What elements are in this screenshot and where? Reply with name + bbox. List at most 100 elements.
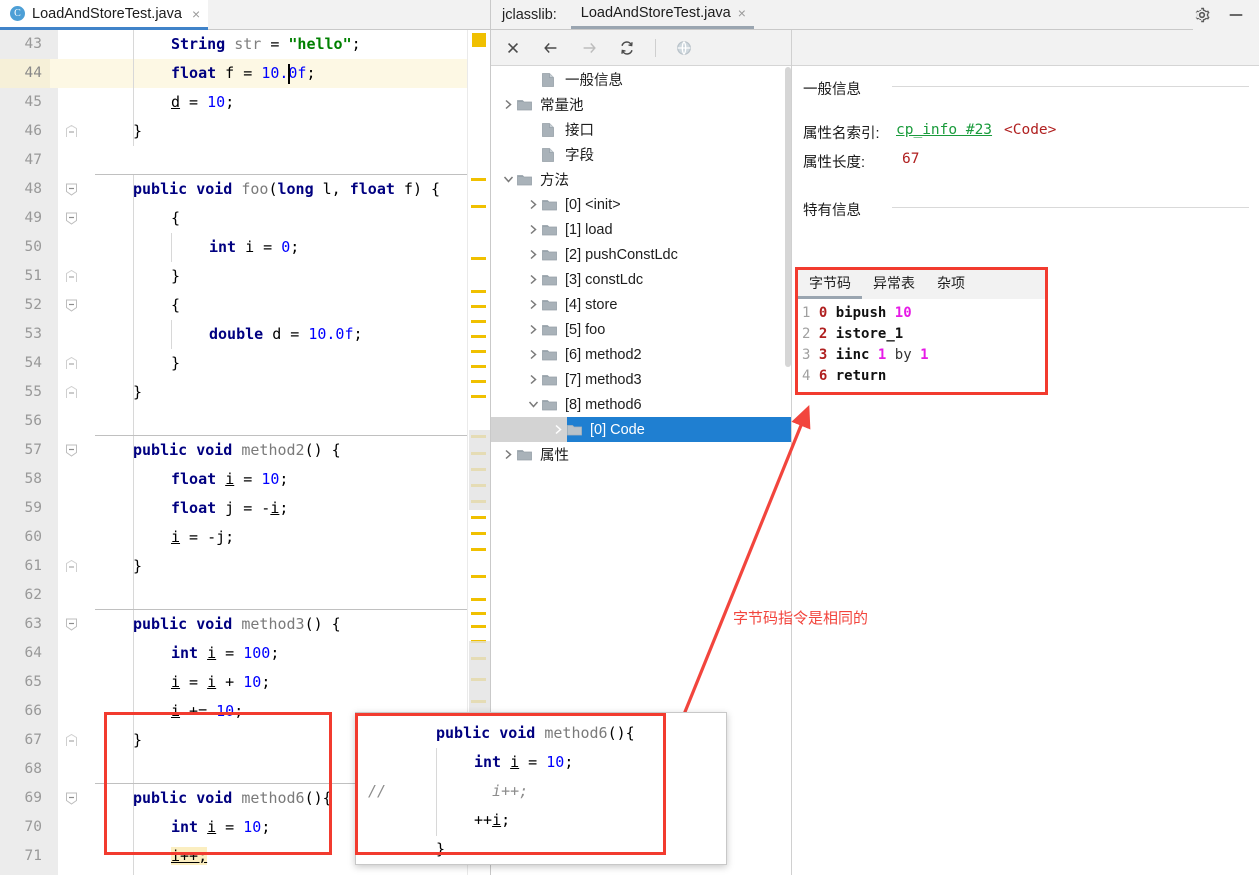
bytecode-tab[interactable]: 字节码 [798,270,862,299]
fold-collapse-icon[interactable] [65,212,78,225]
chevron-right-icon[interactable] [524,317,542,342]
fold-end-icon[interactable] [65,386,78,399]
tree-item[interactable]: [1] load [491,217,791,242]
stripe-warning-mark[interactable] [471,350,486,353]
tree-item[interactable]: [0] <init> [491,192,791,217]
stripe-warning-mark[interactable] [471,625,486,628]
stripe-warning-mark[interactable] [471,395,486,398]
stripe-warning-mark[interactable] [471,320,486,323]
code-line-text: i = i + 10; [171,673,271,691]
cp-info-link[interactable]: cp_info #23 [896,122,992,138]
stripe-warning-mark[interactable] [471,335,486,338]
bytecode-instruction-row[interactable]: 1 0 bipush 10 [802,303,1045,324]
code-line[interactable]: 58 float i = 10; [0,465,467,494]
stripe-warning-mark[interactable] [471,205,486,208]
forward-button[interactable] [576,35,602,61]
stripe-warning-mark[interactable] [471,548,486,551]
chevron-right-icon[interactable] [524,292,542,317]
chevron-right-icon[interactable] [524,217,542,242]
fold-end-icon[interactable] [65,270,78,283]
code-line[interactable]: 45 d = 10; [0,88,467,117]
chevron-right-icon[interactable] [499,92,517,117]
tree-item[interactable]: 方法 [491,167,791,192]
close-icon[interactable]: × [192,6,200,22]
line-number: 67 [0,726,50,755]
bytecode-instruction-row[interactable]: 2 2 istore_1 [802,324,1045,345]
tool-window-tab[interactable]: LoadAndStoreTest.java × [570,0,754,29]
stripe-warning-mark[interactable] [471,380,486,383]
code-line[interactable]: 59 float j = -i; [0,494,467,523]
fold-collapse-icon[interactable] [65,183,78,196]
code-line[interactable]: 43 String str = "hello"; [0,30,467,59]
bytecode-instruction-row[interactable]: 3 3 iinc 1 by 1 [802,345,1045,366]
chevron-right-icon[interactable] [524,242,542,267]
browse-web-icon[interactable] [671,35,697,61]
tree-item[interactable]: [0] Code [491,417,791,442]
code-line[interactable]: 64 int i = 100; [0,639,467,668]
stripe-warning-mark[interactable] [471,257,486,260]
stripe-warning-mark[interactable] [471,516,486,519]
tree-item[interactable]: 接口 [491,117,791,142]
stripe-warning-mark[interactable] [471,305,486,308]
reload-button[interactable] [614,35,640,61]
code-line[interactable]: 65 i = i + 10; [0,668,467,697]
editor-scrollbar-thumb[interactable] [469,430,491,510]
code-line-text: { [171,296,181,314]
stripe-warning-mark[interactable] [471,532,486,535]
close-button[interactable] [500,35,526,61]
bytecode-tab[interactable]: 异常表 [862,270,926,299]
code-line[interactable]: 56 [0,407,467,436]
chevron-right-icon[interactable] [524,367,542,392]
tree-item[interactable]: [2] pushConstLdc [491,242,791,267]
tree-item[interactable]: [5] foo [491,317,791,342]
code-line[interactable]: 50 int i = 0; [0,233,467,262]
gear-icon[interactable] [1193,6,1211,24]
tree-item[interactable]: 字段 [491,142,791,167]
stripe-warning-mark[interactable] [471,290,486,293]
fold-collapse-icon[interactable] [65,792,78,805]
close-icon[interactable]: × [738,5,746,21]
chevron-right-icon[interactable] [524,267,542,292]
tree-item[interactable]: 一般信息 [491,67,791,92]
back-button[interactable] [538,35,564,61]
code-line[interactable]: 44 float f = 10.0f; [0,59,467,88]
code-line[interactable]: 62 [0,581,467,610]
bytecode-tab[interactable]: 杂项 [926,270,976,299]
fold-collapse-icon[interactable] [65,299,78,312]
chevron-right-icon[interactable] [524,342,542,367]
tree-item[interactable]: [3] constLdc [491,267,791,292]
code-line[interactable]: 53 double d = 10.0f; [0,320,467,349]
tree-item[interactable]: [4] store [491,292,791,317]
bytecode-instruction-row[interactable]: 4 6 return [802,366,1045,387]
editor-tab-loadandstoretest[interactable]: C LoadAndStoreTest.java × [0,0,209,30]
stripe-warning-mark[interactable] [471,612,486,615]
bytecode-row-index: 1 [802,305,811,321]
fold-end-icon[interactable] [65,125,78,138]
chevron-down-icon[interactable] [524,392,542,417]
chevron-right-icon[interactable] [549,417,567,442]
tree-item[interactable]: [7] method3 [491,367,791,392]
fold-collapse-icon[interactable] [65,618,78,631]
fold-collapse-icon[interactable] [65,444,78,457]
code-line[interactable]: 47 [0,146,467,175]
stripe-warning-mark[interactable] [471,178,486,181]
fold-end-icon[interactable] [65,734,78,747]
tree-scrollbar[interactable] [785,67,791,875]
tree-item[interactable]: [6] method2 [491,342,791,367]
folder-icon [542,192,559,217]
code-line[interactable]: 72 // ++i; [0,871,467,875]
code-line[interactable]: 60 i = -j; [0,523,467,552]
bytecode-instruction-list[interactable]: 1 0 bipush 10 2 2 istore_1 3 3 iinc 1 by 1… [798,299,1045,392]
fold-end-icon[interactable] [65,357,78,370]
chevron-right-icon[interactable] [524,192,542,217]
minimize-icon[interactable] [1227,6,1245,24]
stripe-warning-mark[interactable] [471,365,486,368]
stripe-warning-mark[interactable] [471,598,486,601]
tree-item[interactable]: 常量池 [491,92,791,117]
tree-item[interactable]: 属性 [491,442,791,467]
chevron-right-icon[interactable] [499,442,517,467]
chevron-down-icon[interactable] [499,167,517,192]
tree-item[interactable]: [8] method6 [491,392,791,417]
stripe-warning-mark[interactable] [471,575,486,578]
fold-end-icon[interactable] [65,560,78,573]
